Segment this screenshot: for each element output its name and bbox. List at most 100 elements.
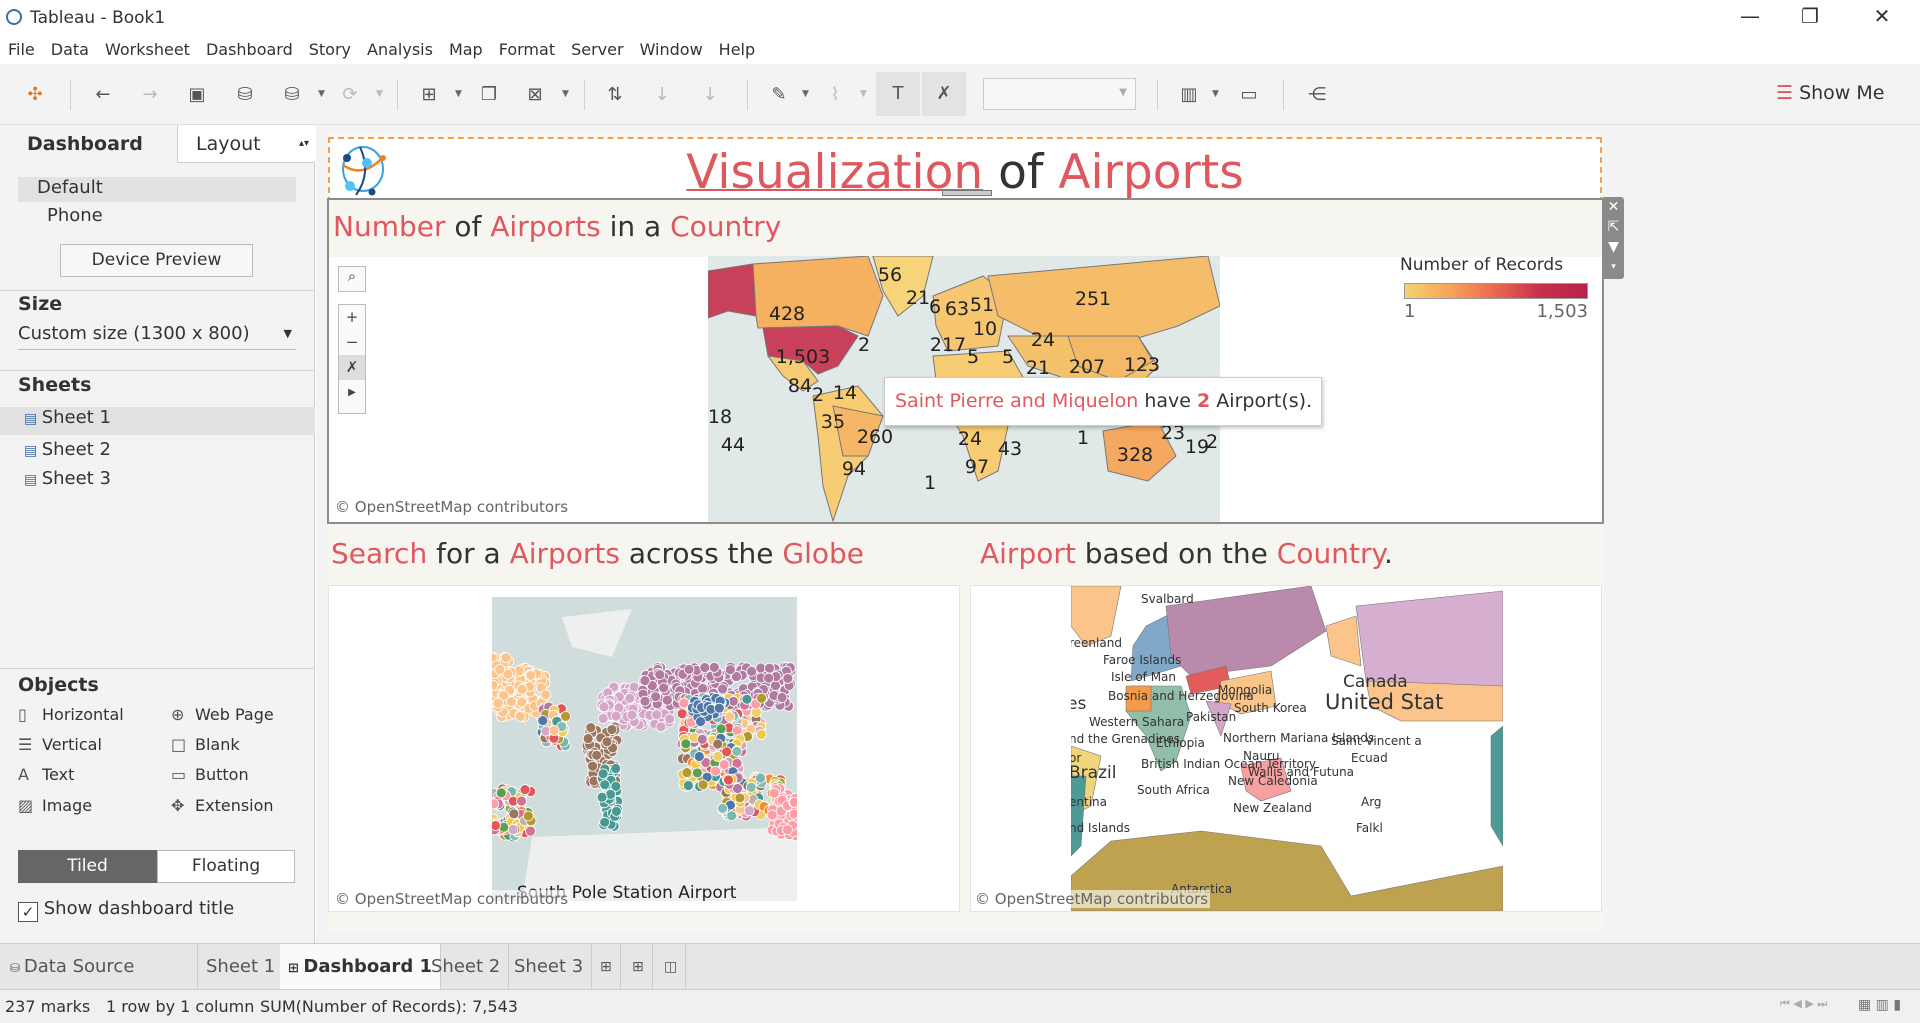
airport-point[interactable]: [519, 784, 531, 795]
close-button[interactable]: ✕: [1862, 4, 1902, 28]
reset-map-button[interactable]: ✗: [339, 355, 365, 380]
airport-point[interactable]: [587, 760, 599, 772]
airport-point[interactable]: [776, 692, 788, 703]
airport-point[interactable]: [721, 746, 733, 758]
country-label[interactable]: or: [1071, 751, 1081, 765]
map3-attribution[interactable]: © OpenStreetMap contributors: [973, 890, 1211, 908]
airport-point[interactable]: [598, 701, 610, 713]
new-worksheet-icon[interactable]: ⊞: [412, 78, 446, 112]
map-count-label[interactable]: 21: [1026, 357, 1050, 379]
airport-point[interactable]: [755, 729, 767, 740]
map-search-button[interactable]: ⌕: [338, 266, 366, 292]
tab-dashboard[interactable]: Dashboard: [0, 125, 177, 163]
country-label[interactable]: United Stat: [1325, 690, 1443, 714]
menu-file[interactable]: File: [0, 37, 43, 64]
tab-navigation-icons[interactable]: ⏮ ◀ ▶ ⏭: [1780, 997, 1827, 1011]
country-label[interactable]: Brazil: [1071, 763, 1116, 783]
presentation-mode-icon[interactable]: ▭: [1232, 78, 1266, 112]
airport-point[interactable]: [525, 670, 537, 681]
airport-point[interactable]: [655, 721, 667, 733]
airport-point[interactable]: [756, 692, 767, 704]
tableau-home-icon[interactable]: ✣: [18, 78, 52, 112]
share-icon[interactable]: ⋲: [1300, 78, 1334, 112]
airport-point[interactable]: [695, 716, 706, 727]
expand-toolbar-button[interactable]: ▶: [339, 380, 365, 405]
airport-point[interactable]: [582, 733, 594, 744]
map-count-label[interactable]: 14: [833, 382, 857, 404]
refresh-icon[interactable]: ⟳: [333, 78, 367, 112]
airport-point[interactable]: [508, 808, 520, 820]
map-count-label[interactable]: 217: [930, 334, 966, 356]
zoom-in-button[interactable]: +: [339, 305, 365, 330]
airport-point[interactable]: [548, 725, 560, 736]
show-cards-icon[interactable]: ▥: [1172, 78, 1206, 112]
restore-button[interactable]: ❐: [1790, 4, 1830, 28]
airport-point[interactable]: [726, 810, 738, 822]
airport-point[interactable]: [658, 682, 670, 694]
airport-point[interactable]: [697, 683, 708, 694]
airport-point[interactable]: [724, 664, 736, 676]
map-count-label[interactable]: 123: [1124, 354, 1160, 376]
airport-point[interactable]: [650, 691, 662, 703]
airport-point[interactable]: [599, 779, 611, 791]
airport-point[interactable]: [601, 736, 613, 748]
menu-dashboard[interactable]: Dashboard: [198, 37, 301, 64]
airport-point[interactable]: [693, 751, 705, 762]
map-count-label[interactable]: 97: [965, 456, 989, 478]
airport-point[interactable]: [560, 710, 572, 722]
new-worksheet-tab-icon[interactable]: ⊞: [592, 944, 621, 990]
map-count-label[interactable]: 5: [967, 346, 979, 368]
map-count-label[interactable]: 2: [1206, 431, 1218, 453]
airport-point[interactable]: [599, 816, 611, 828]
country-label[interactable]: Isle of Man: [1111, 670, 1176, 684]
airport-point[interactable]: [492, 798, 500, 810]
airport-point[interactable]: [639, 675, 651, 686]
fit-dropdown[interactable]: ▼: [983, 78, 1136, 110]
airport-point[interactable]: [710, 765, 721, 777]
airport-point[interactable]: [717, 802, 728, 814]
airport-point[interactable]: [597, 768, 609, 780]
sheet-item-2[interactable]: ▤ Sheet 2: [24, 439, 111, 460]
country-label[interactable]: Arg: [1361, 795, 1382, 809]
country-label[interactable]: South Africa: [1137, 783, 1210, 797]
map-count-label[interactable]: 24: [1031, 329, 1055, 351]
new-story-tab-icon[interactable]: ◫: [656, 944, 687, 990]
airport-point[interactable]: [683, 664, 695, 675]
object-text[interactable]: A Text: [18, 765, 74, 784]
view-mode-icons[interactable]: ▦ ▥ ▮: [1858, 997, 1901, 1013]
sort-descending-icon[interactable]: ↓: [693, 78, 727, 112]
airport-point[interactable]: [597, 713, 609, 724]
menu-analysis[interactable]: Analysis: [359, 37, 441, 64]
map-count-label[interactable]: 1: [924, 472, 936, 494]
airport-point[interactable]: [713, 702, 725, 714]
remove-icon[interactable]: ✕: [1603, 197, 1624, 217]
map-count-label[interactable]: 18: [708, 406, 732, 428]
airport-point[interactable]: [717, 683, 728, 695]
country-label[interactable]: Ethiopia: [1156, 736, 1205, 750]
country-label[interactable]: Pakistan: [1186, 710, 1236, 724]
country-label[interactable]: es: [1071, 694, 1086, 714]
airport-point[interactable]: [746, 665, 757, 677]
airport-point[interactable]: [696, 733, 708, 745]
map-count-label[interactable]: 51: [970, 294, 994, 316]
airport-point[interactable]: [745, 781, 757, 793]
map-count-label[interactable]: 328: [1117, 444, 1153, 466]
country-label[interactable]: Saint Vincent a: [1331, 734, 1422, 748]
map-count-label[interactable]: 44: [721, 434, 745, 456]
airport-point[interactable]: [500, 652, 512, 664]
map-count-label[interactable]: 24: [958, 428, 982, 450]
map-count-label[interactable]: 2: [858, 334, 870, 356]
zoom-out-button[interactable]: −: [339, 330, 365, 355]
airport-point[interactable]: [610, 710, 622, 722]
sheet-search-airports[interactable]: South Pole Station Airport © OpenStreetM…: [328, 585, 960, 912]
sheet-item-1[interactable]: ▤ Sheet 1: [0, 407, 315, 435]
airport-point[interactable]: [596, 791, 608, 803]
sheet-item-3[interactable]: ▤ Sheet 3: [24, 468, 111, 489]
map-count-label[interactable]: 6: [929, 296, 941, 318]
airport-point[interactable]: [651, 709, 663, 721]
color-legend[interactable]: Number of Records 1 1,503: [1400, 255, 1600, 322]
country-label[interactable]: Ecuad: [1351, 751, 1388, 765]
airport-point[interactable]: [715, 723, 727, 735]
map-count-label[interactable]: 94: [842, 458, 866, 480]
object-web-page[interactable]: ⊕ Web Page: [171, 705, 274, 724]
